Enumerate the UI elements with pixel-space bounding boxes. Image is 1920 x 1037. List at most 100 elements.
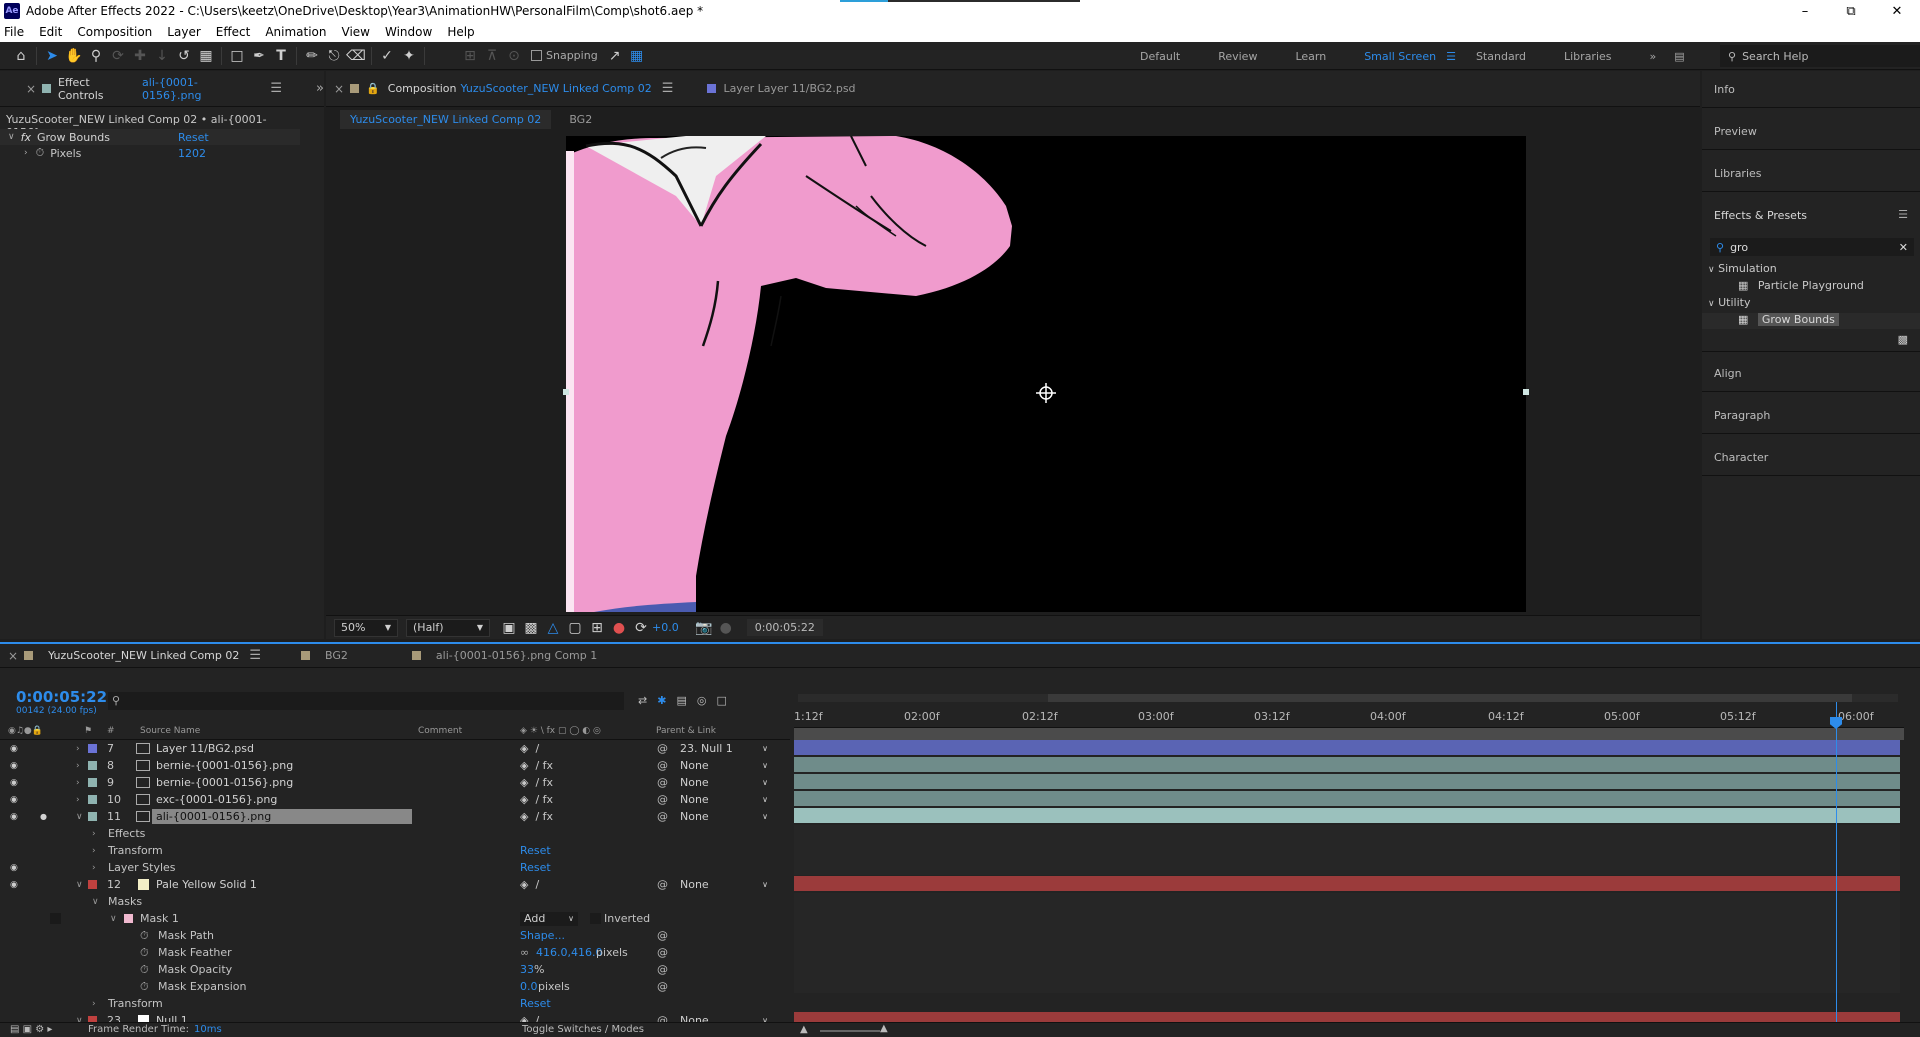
property-group[interactable]: ∨ Masks (0, 893, 790, 910)
world-axis-icon[interactable]: ⊼ (481, 45, 503, 67)
chevron-right-icon[interactable]: › (92, 846, 96, 856)
chevron-right-icon[interactable]: › (24, 148, 28, 158)
libraries-panel-header[interactable]: Libraries (1714, 167, 1762, 180)
stopwatch-icon[interactable]: ⏱ (140, 929, 149, 943)
visibility-eye-icon[interactable]: ◉ (10, 744, 18, 754)
search-help-field[interactable]: ⚲ Search Help (1720, 45, 1920, 67)
pick-whip-icon[interactable]: @ (657, 929, 668, 942)
mask-color-swatch[interactable] (124, 914, 133, 923)
local-axis-icon[interactable]: ⊞ (459, 45, 481, 67)
layer-label-color[interactable] (88, 778, 97, 787)
workspace-menu-icon[interactable]: ☰ (1446, 50, 1456, 63)
layer-switches[interactable]: ◈ / fx (520, 810, 553, 823)
effect-controls-tab-label[interactable]: Effect Controls (58, 76, 138, 102)
close-tab-icon[interactable]: × (334, 82, 344, 96)
source-name-column-header[interactable]: Source Name (140, 726, 200, 736)
selection-tool-icon[interactable]: ➤ (41, 45, 63, 67)
menu-view[interactable]: View (342, 25, 370, 39)
draft-3d-icon[interactable]: ✱ (657, 694, 666, 707)
dolly-camera-icon[interactable]: ↓ (151, 45, 173, 67)
visibility-eye-icon[interactable]: ◉ (10, 812, 18, 822)
panel-menu-icon[interactable]: ☰ (270, 81, 282, 96)
expand-panels-icon[interactable]: » (316, 81, 324, 96)
pick-whip-icon[interactable]: @ (657, 963, 668, 976)
workspace-default[interactable]: Default (1140, 50, 1180, 63)
crumb-comp[interactable]: YuzuScooter_NEW Linked Comp 02 (340, 109, 552, 129)
layer-row[interactable]: ◉ › 7 Layer 11/BG2.psd ◈ / @ 23. Null 1 ∨ (0, 740, 790, 757)
workspace-small-screen[interactable]: Small Screen (1364, 50, 1436, 63)
menu-layer[interactable]: Layer (167, 25, 200, 39)
pick-whip-icon[interactable]: @ (657, 793, 668, 806)
menu-window[interactable]: Window (385, 25, 432, 39)
minimize-icon[interactable]: – (1782, 0, 1828, 22)
clear-search-icon[interactable]: ✕ (1899, 241, 1908, 254)
graph-editor-icon[interactable]: □ (716, 694, 726, 707)
menu-edit[interactable]: Edit (39, 25, 62, 39)
layer-duration-bar-selected[interactable] (794, 808, 1900, 823)
region-of-interest-icon[interactable]: ▢ (564, 617, 586, 639)
close-tab-icon[interactable]: × (8, 649, 18, 663)
solo-dot-icon[interactable]: ● (40, 812, 47, 821)
visibility-eye-icon[interactable]: ◉ (10, 863, 18, 873)
effect-particle-playground[interactable]: ▦ Particle Playground (1738, 279, 1864, 292)
fx-icon[interactable]: fx (21, 131, 31, 144)
pick-whip-icon[interactable]: @ (657, 980, 668, 993)
parent-dropdown[interactable]: None ∨ (676, 776, 772, 790)
channel-icon[interactable]: ● (608, 617, 630, 639)
type-tool-icon[interactable]: T (270, 45, 292, 67)
chevron-right-icon[interactable]: › (76, 761, 80, 771)
effect-controls-tab-layer[interactable]: ali-{0001-0156}.png (142, 76, 256, 102)
workspace-edit-icon[interactable]: ▤ (1674, 50, 1684, 63)
chevron-right-icon[interactable]: › (76, 795, 80, 805)
lock-icon[interactable]: 🔒 (366, 82, 380, 95)
pick-whip-icon[interactable]: @ (657, 759, 668, 772)
composition-mini-flowchart-icon[interactable]: ⇄ (638, 694, 647, 707)
pen-tool-icon[interactable]: ✒ (248, 45, 270, 67)
more-workspaces-icon[interactable]: » (1650, 50, 1657, 63)
transform-reset-link[interactable]: Reset (520, 997, 551, 1010)
mask-path-value[interactable]: Shape... (520, 929, 565, 942)
workspace-libraries[interactable]: Libraries (1564, 50, 1612, 63)
pick-whip-icon[interactable]: @ (657, 810, 668, 823)
layer-switches[interactable]: ◈ / fx (520, 793, 553, 806)
layer-name[interactable]: exc-{0001-0156}.png (156, 793, 277, 806)
chevron-right-icon[interactable]: › (76, 744, 80, 754)
menu-animation[interactable]: Animation (265, 25, 326, 39)
layer-duration-bar[interactable] (794, 791, 1900, 806)
layer-duration-bar[interactable] (794, 774, 1900, 789)
layer-label-color[interactable] (88, 812, 97, 821)
timeline-graph[interactable]: 1:12f 02:00f 02:12f 03:00f 03:12f 04:00f… (794, 668, 1920, 1037)
mask-expansion-value[interactable]: 0.0 (520, 980, 538, 993)
align-panel-header[interactable]: Align (1714, 367, 1742, 380)
crumb-bg2[interactable]: BG2 (569, 113, 592, 126)
zoom-dropdown[interactable]: 50% ▼ (334, 618, 398, 637)
close-icon[interactable]: ✕ (1874, 0, 1920, 22)
time-ruler[interactable]: 1:12f 02:00f 02:12f 03:00f 03:12f 04:00f… (794, 706, 1904, 728)
layer-tab[interactable]: Layer Layer 11/BG2.psd (723, 82, 855, 95)
chevron-right-icon[interactable]: › (92, 829, 96, 839)
timeline-timecode[interactable]: 0:00:05:22 (16, 688, 107, 706)
parent-dropdown[interactable]: None ∨ (676, 759, 772, 773)
mask-mode-dropdown[interactable]: Add ∨ (520, 911, 578, 926)
layer-switches[interactable]: ◈ / fx (520, 776, 553, 789)
effect-reset-link[interactable]: Reset (178, 131, 209, 144)
frame-blending-icon[interactable]: ▤ (676, 694, 686, 707)
comp-timecode[interactable]: 0:00:05:22 (746, 619, 823, 636)
stopwatch-icon[interactable]: ⏱ (140, 980, 149, 994)
layer-label-color[interactable] (88, 795, 97, 804)
pick-whip-icon[interactable]: @ (657, 742, 668, 755)
layer-label-color[interactable] (88, 744, 97, 753)
workspace-learn[interactable]: Learn (1295, 50, 1326, 63)
layer-name[interactable]: bernie-{0001-0156}.png (156, 776, 293, 789)
status-icons[interactable]: ▤ ▣ ⚙ ▸ (10, 1024, 52, 1035)
effect-grow-bounds[interactable]: ▦ Grow Bounds (1738, 313, 1839, 326)
visibility-eye-icon[interactable]: ◉ (10, 795, 18, 805)
workspace-standard[interactable]: Standard (1476, 50, 1526, 63)
timeline-tab-bg2[interactable]: BG2 (325, 649, 348, 662)
visibility-eye-icon[interactable]: ◉ (10, 778, 18, 788)
panel-menu-icon[interactable]: ☰ (1898, 208, 1908, 221)
resolution-dropdown[interactable]: (Half) ▼ (406, 618, 490, 637)
effects-search-input[interactable]: ⚲ gro ✕ (1710, 238, 1914, 256)
snapshot-camera-icon[interactable]: 📷 (693, 617, 715, 639)
visibility-eye-icon[interactable]: ◉ (10, 880, 18, 890)
